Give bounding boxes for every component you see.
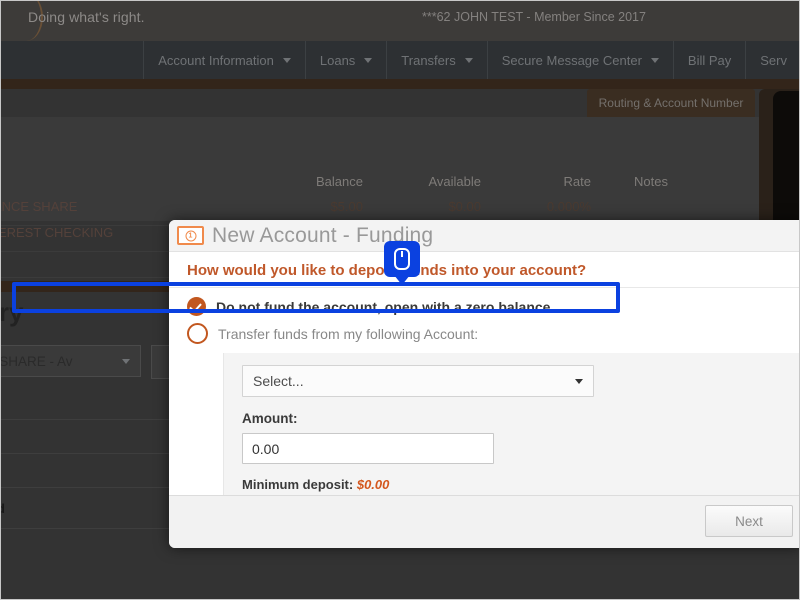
minimum-deposit-row: Minimum deposit: $0.00 [242,477,799,492]
column-header-notes: Notes [634,174,668,189]
chevron-down-icon [282,57,291,63]
site-header: Doing what's right. ***62 JOHN TEST - Me… [1,1,799,41]
nav-underline-bar [1,79,799,89]
minimum-deposit-value: $0.00 [356,477,390,492]
nav-item-bill-pay[interactable]: Bill Pay [672,41,745,79]
history-account-select[interactable]: ANCE SHARE - Av [0,345,141,377]
column-header-available: Available [428,174,481,189]
dialog-titlebar: New Account - Funding [169,220,799,252]
dialog-footer: Next [169,495,799,548]
radio-unselected-icon[interactable] [187,323,208,344]
nav-label: Secure Message Center [501,52,642,68]
brand-tagline: Doing what's right. [28,9,145,25]
funding-question-heading: How would you like to deposit funds into… [169,252,799,288]
nav-label: Bill Pay [687,52,732,68]
nav-item-transfers[interactable]: Transfers [386,41,486,79]
nav-label: Serv [760,52,787,68]
next-button[interactable]: Next [705,505,793,537]
tab-routing-account-number[interactable]: Routing & Account Number [587,89,755,117]
radio-selected-icon[interactable] [187,297,206,316]
history-account-select-value: ANCE SHARE - Av [0,353,73,369]
option-transfer-funds[interactable]: Transfer funds from my following Account… [187,320,799,347]
account-name: ALANCE SHARE [1,199,78,214]
column-header-balance: Balance [316,174,363,189]
amount-input[interactable] [242,433,494,464]
source-account-select-value: Select... [253,373,304,389]
amount-label: Amount: [242,411,298,426]
transfer-funds-subpanel: Select... Amount: Minimum deposit: $0.00 [223,353,799,506]
new-account-funding-dialog: New Account - Funding How would you like… [169,220,799,548]
mouse-pointer-icon [384,241,420,277]
nav-label: Account Information [158,52,274,68]
option-do-not-fund[interactable]: Do not fund the account, open with a zer… [187,293,799,320]
money-banknote-icon [177,226,204,245]
column-header-rate: Rate [563,174,591,189]
chevron-down-icon [650,57,659,63]
cell-balance: $5.00 [330,199,363,214]
cell-rate: 0.000% [546,199,591,214]
option-label: Do not fund the account, open with a zer… [216,298,555,315]
history-row-text: d [1,501,5,516]
history-section-title: ory [0,297,24,327]
nav-label: Loans [319,52,356,68]
option-label: Transfer funds from my following Account… [218,325,479,342]
nav-item-services[interactable]: Serv [745,41,799,79]
screenshot-root: Doing what's right. ***62 JOHN TEST - Me… [0,0,800,600]
nav-item-secure-message-center[interactable]: Secure Message Center [486,41,673,79]
accounts-table-header: Balance Available Rate Notes [1,174,759,198]
right-side-panel-inner [773,91,799,224]
dialog-body: How would you like to deposit funds into… [169,252,799,506]
source-account-select[interactable]: Select... [242,365,594,397]
nav-item-loans[interactable]: Loans [304,41,386,79]
member-info-text: ***62 JOHN TEST - Member Since 2017 [422,10,646,24]
tab-label: Routing & Account Number [598,96,744,110]
nav-item-account-information[interactable]: Account Information [143,41,305,79]
chevron-down-icon [364,57,373,63]
minimum-deposit-label: Minimum deposit: [242,477,354,492]
chevron-down-icon [122,358,130,364]
chevron-down-icon [575,378,583,384]
account-name: INTEREST CHECKING [1,225,114,240]
main-navigation[interactable]: Account Information Loans Transfers Secu… [1,41,799,79]
nav-label: Transfers [401,52,456,68]
chevron-down-icon [464,57,473,63]
mouse-glyph [394,248,410,270]
cell-available: $0.00 [448,199,481,214]
funding-options-group[interactable]: Do not fund the account, open with a zer… [169,293,799,506]
